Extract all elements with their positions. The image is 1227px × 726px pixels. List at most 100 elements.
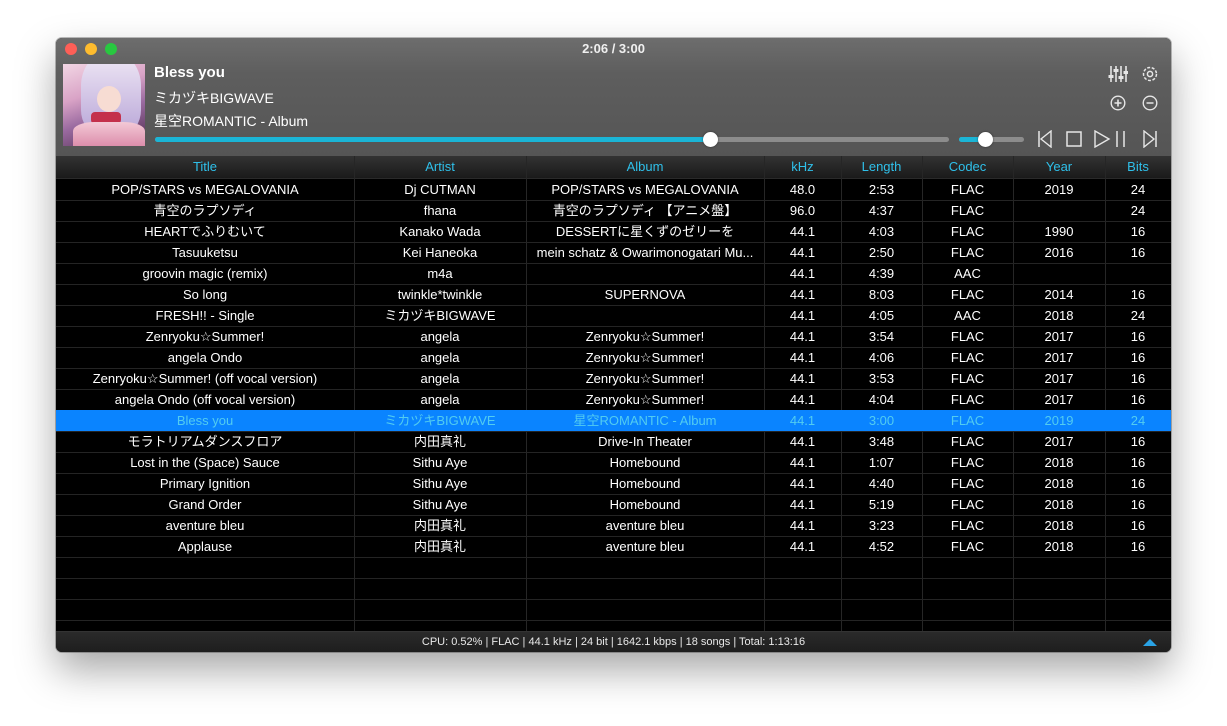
cell-bits: 16 <box>1130 497 1146 512</box>
plus-circle-icon[interactable] <box>1108 93 1128 113</box>
cell-length: 8:03 <box>868 287 895 302</box>
cell-bits: 24 <box>1130 203 1146 218</box>
cell-album: aventure bleu <box>605 518 685 533</box>
cell-length: 4:04 <box>868 392 895 407</box>
cell-year: 2017 <box>1044 392 1074 407</box>
cell-bits: 16 <box>1130 434 1146 449</box>
cell-codec: FLAC <box>950 224 985 239</box>
cell-artist: angela <box>420 350 460 365</box>
cell-title: Lost in the (Space) Sauce <box>130 455 280 470</box>
cell-length: 3:54 <box>868 329 895 344</box>
cell-length: 5:19 <box>868 497 895 512</box>
volume-slider[interactable] <box>959 132 1024 147</box>
column-header-artist[interactable]: Artist <box>354 156 526 178</box>
cell-bits: 16 <box>1130 224 1146 239</box>
column-header-bits[interactable]: Bits <box>1105 156 1171 178</box>
column-header-year[interactable]: Year <box>1013 156 1105 178</box>
table-row[interactable]: Zenryoku☆Summer! angela Zenryoku☆Summer! 44… <box>56 326 1171 348</box>
table-row[interactable]: groovin magic (remix) m4a 44.1 4:39 AAC <box>56 263 1171 285</box>
titlebar: 2:06 / 3:00 Bless you ミカヅキBIGWAVE 星空ROMA… <box>56 38 1171 156</box>
cell-artist: ミカヅキBIGWAVE <box>384 413 496 428</box>
cell-title: Primary Ignition <box>159 476 251 491</box>
column-header-title[interactable]: Title <box>56 156 354 178</box>
table-row[interactable]: FRESH!! - Single ミカヅキBIGWAVE 44.1 4:05 AAC 20… <box>56 305 1171 327</box>
table-row-selected[interactable]: Bless you ミカヅキBIGWAVE 星空ROMANTIC - Album 44… <box>56 410 1171 432</box>
previous-icon[interactable] <box>1035 128 1055 150</box>
cell-album: Zenryoku☆Summer! <box>585 392 705 407</box>
cell-title: モラトリアムダンスフロア <box>127 434 283 449</box>
cell-artist: Dj CUTMAN <box>404 182 476 197</box>
cell-album: POP/STARS vs MEGALOVANIA <box>551 182 739 197</box>
volume-knob[interactable] <box>977 132 993 147</box>
cell-album: mein schatz & Owarimonogatari Mu... <box>536 245 754 260</box>
cell-album <box>526 305 764 326</box>
table-row[interactable]: So long twinkle*twinkle SUPERNOVA 44.1 8:03 F… <box>56 284 1171 306</box>
table-row[interactable]: angela Ondo (off vocal version) angela Zen… <box>56 389 1171 411</box>
cell-khz: 44.1 <box>789 224 816 239</box>
cell-khz: 44.1 <box>789 476 816 491</box>
cell-khz: 44.1 <box>789 329 816 344</box>
table-row[interactable]: 青空のラプソディ fhana 青空のラプソディ 【アニメ盤】 96.0 4:37 FLAC… <box>56 200 1171 222</box>
cell-artist: Sithu Aye <box>412 476 468 491</box>
triangle-up-icon[interactable] <box>1143 639 1157 646</box>
cell-length: 3:53 <box>868 371 895 386</box>
now-playing-album: 星空ROMANTIC - Album <box>154 113 309 129</box>
table-row[interactable]: HEARTでふりむいて Kanako Wada DESSERTに星くずのゼリーを 44… <box>56 221 1171 243</box>
table-row[interactable]: Lost in the (Space) Sauce Sithu Aye Homebo… <box>56 452 1171 474</box>
gear-icon[interactable] <box>1139 63 1161 85</box>
stop-icon[interactable] <box>1063 128 1085 150</box>
cell-length: 4:40 <box>868 476 895 491</box>
column-header-codec[interactable]: Codec <box>922 156 1013 178</box>
cell-year: 2018 <box>1044 497 1074 512</box>
cell-artist: angela <box>420 392 460 407</box>
cell-codec: FLAC <box>950 518 985 533</box>
cell-bits: 16 <box>1130 476 1146 491</box>
cell-artist: twinkle*twinkle <box>397 287 483 302</box>
cell-title: FRESH!! - Single <box>155 308 255 323</box>
cell-title: groovin magic (remix) <box>142 266 268 281</box>
cell-codec: FLAC <box>950 350 985 365</box>
cell-codec: FLAC <box>950 413 985 428</box>
cell-artist: 内田真礼 <box>413 518 466 533</box>
table-row[interactable]: Zenryoku☆Summer! (off vocal version) ange… <box>56 368 1171 390</box>
cell-album: Homebound <box>609 497 681 512</box>
cell-length: 2:50 <box>868 245 895 260</box>
table-row[interactable]: モラトリアムダンスフロア 内田真礼 Drive-In Theater 44.1 3:48… <box>56 431 1171 453</box>
equalizer-icon[interactable] <box>1107 63 1129 85</box>
cell-bits: 24 <box>1130 182 1146 197</box>
table-row[interactable]: Grand Order Sithu Aye Homebound 44.1 5:19 FLA… <box>56 494 1171 516</box>
cell-year <box>1013 200 1105 221</box>
column-header-length[interactable]: Length <box>841 156 922 178</box>
empty-row <box>56 599 1171 621</box>
cell-length: 4:39 <box>868 266 895 281</box>
table-row[interactable]: Applause 内田真礼 aventure bleu 44.1 4:52 FLAC 201… <box>56 536 1171 558</box>
track-list: POP/STARS vs MEGALOVANIA Dj CUTMAN POP/STA… <box>56 179 1171 631</box>
seek-slider[interactable] <box>155 132 949 147</box>
cell-bits: 16 <box>1130 329 1146 344</box>
player-window: 2:06 / 3:00 Bless you ミカヅキBIGWAVE 星空ROMA… <box>56 38 1171 652</box>
cell-title: Zenryoku☆Summer! (off vocal version) <box>92 371 318 386</box>
minus-circle-icon[interactable] <box>1140 93 1160 113</box>
table-row[interactable]: Primary Ignition Sithu Aye Homebound 44.1 4:… <box>56 473 1171 495</box>
table-row[interactable]: angela Ondo angela Zenryoku☆Summer! 44.1 4:0… <box>56 347 1171 369</box>
cell-artist: 内田真礼 <box>413 539 466 554</box>
seek-knob[interactable] <box>703 132 719 147</box>
cell-year: 2019 <box>1044 182 1074 197</box>
next-icon[interactable] <box>1140 128 1160 150</box>
table-row[interactable]: POP/STARS vs MEGALOVANIA Dj CUTMAN POP/STA… <box>56 179 1171 201</box>
cell-khz: 44.1 <box>789 413 816 428</box>
cell-artist: Kanako Wada <box>399 224 481 239</box>
column-header-khz[interactable]: kHz <box>764 156 841 178</box>
play-pause-icon[interactable] <box>1092 128 1130 150</box>
column-header-album[interactable]: Album <box>526 156 764 178</box>
cell-codec: FLAC <box>950 434 985 449</box>
cell-codec: FLAC <box>950 182 985 197</box>
cell-bits: 16 <box>1130 518 1146 533</box>
cell-album: Homebound <box>609 455 681 470</box>
cell-khz: 44.1 <box>789 392 816 407</box>
cell-bits: 16 <box>1130 455 1146 470</box>
table-row[interactable]: Tasuuketsu Kei Haneoka mein schatz & Owari… <box>56 242 1171 264</box>
table-row[interactable]: aventure bleu 内田真礼 aventure bleu 44.1 3:23 FL… <box>56 515 1171 537</box>
cell-year <box>1013 263 1105 284</box>
cell-album <box>526 263 764 284</box>
